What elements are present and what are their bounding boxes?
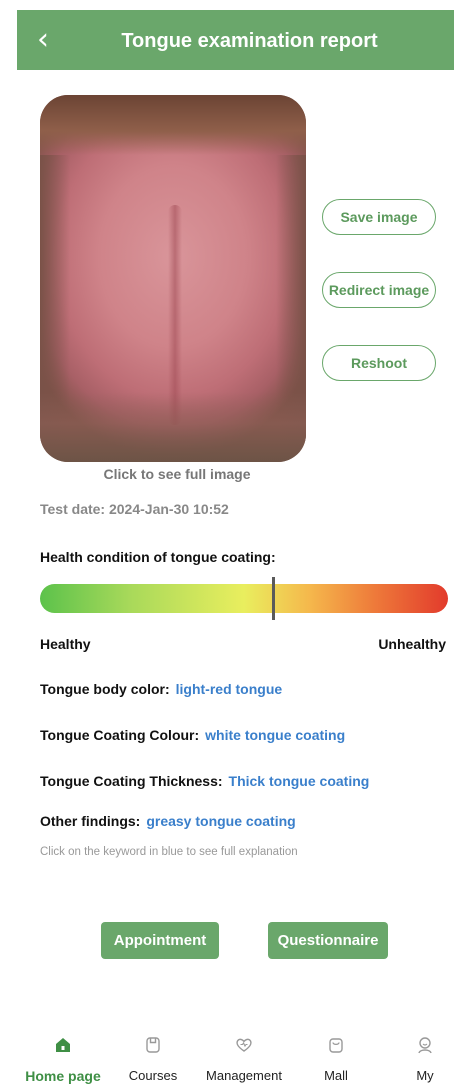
tab-management[interactable]: Management	[194, 1030, 294, 1089]
finding-label: Tongue Coating Thickness:	[40, 773, 223, 789]
finding-other: Other findings: greasy tongue coating	[40, 813, 296, 829]
finding-keyword-link[interactable]: light-red tongue	[176, 681, 283, 697]
coating-health-label: Health condition of tongue coating:	[40, 549, 276, 565]
home-icon	[53, 1030, 73, 1060]
tab-label: My	[416, 1068, 434, 1083]
keyword-hint: Click on the keyword in blue to see full…	[40, 846, 298, 858]
health-level-marker	[271, 577, 275, 620]
photo-shading	[40, 95, 306, 155]
header-bar: ‹ Tongue examination report	[17, 10, 454, 70]
tab-my[interactable]: My	[395, 1030, 454, 1089]
test-date: Test date: 2024-Jan-30 10:52	[40, 501, 229, 517]
finding-keyword-link[interactable]: white tongue coating	[205, 727, 345, 743]
tab-label: Mall	[324, 1068, 348, 1083]
finding-coating-colour: Tongue Coating Colour: white tongue coati…	[40, 727, 345, 743]
heart-icon	[234, 1030, 254, 1060]
finding-keyword-link[interactable]: greasy tongue coating	[146, 813, 295, 829]
finding-body-color: Tongue body color: light-red tongue	[40, 681, 282, 697]
book-icon	[143, 1030, 163, 1060]
appointment-button[interactable]: Appointment	[101, 922, 219, 959]
finding-label: Tongue Coating Colour:	[40, 727, 200, 743]
tab-label: Home page	[25, 1068, 101, 1084]
finding-coating-thickness: Tongue Coating Thickness: Thick tongue co…	[40, 773, 369, 789]
finding-label: Tongue body color:	[40, 681, 170, 697]
full-image-link[interactable]: Click to see full image	[40, 466, 314, 482]
tongue-photo[interactable]	[40, 95, 306, 462]
page-title: Tongue examination report	[121, 30, 378, 52]
photo-shading	[40, 392, 306, 462]
questionnaire-button[interactable]: Questionnaire	[268, 922, 388, 959]
scale-unhealthy-label: Unhealthy	[378, 636, 446, 652]
scale-healthy-label: Healthy	[40, 636, 91, 652]
save-image-button[interactable]: Save image	[322, 199, 436, 235]
user-icon	[415, 1030, 435, 1060]
tab-courses[interactable]: Courses	[113, 1030, 193, 1089]
reshoot-button[interactable]: Reshoot	[322, 345, 436, 381]
shopping-bag-icon	[326, 1030, 346, 1060]
tab-home[interactable]: Home page	[18, 1030, 108, 1089]
finding-keyword-link[interactable]: Thick tongue coating	[229, 773, 370, 789]
finding-label: Other findings:	[40, 813, 141, 829]
tab-label: Management	[206, 1068, 282, 1083]
tab-mall[interactable]: Mall	[296, 1030, 376, 1089]
tab-label: Courses	[128, 1068, 178, 1083]
health-gradient-bar	[40, 584, 448, 613]
redirect-image-button[interactable]: Redirect image	[322, 272, 436, 308]
bottom-tab-bar: Home page Courses Management Mall My	[0, 1030, 454, 1089]
